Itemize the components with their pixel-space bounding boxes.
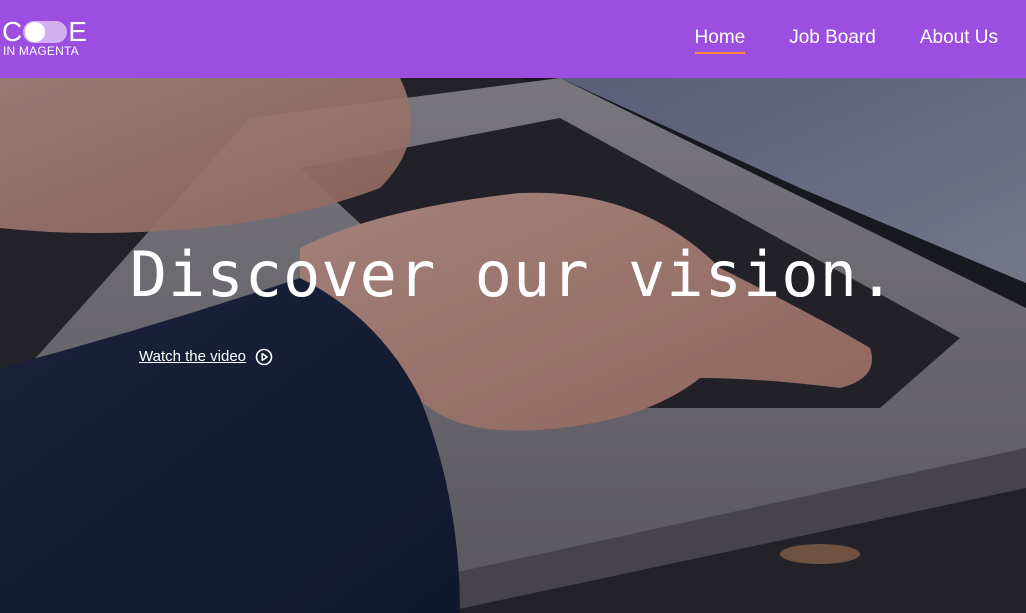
nav-item-job-board[interactable]: Job Board <box>789 26 876 50</box>
watch-video-link[interactable]: Watch the video <box>139 347 273 367</box>
top-navbar: C E IN MAGENTA Home Job Board About Us <box>0 0 1026 78</box>
main-nav: Home Job Board About Us <box>694 26 998 54</box>
play-circle-icon[interactable] <box>255 348 273 366</box>
nav-item-home[interactable]: Home <box>694 26 745 54</box>
hero-overlay <box>0 78 1026 613</box>
watch-video-label[interactable]: Watch the video <box>139 347 246 367</box>
hero-title: Discover our vision. <box>129 238 897 311</box>
toggle-switch-icon <box>23 21 68 43</box>
page: C E IN MAGENTA Home Job Board About Us D… <box>0 0 1026 613</box>
nav-item-about-us[interactable]: About Us <box>920 26 998 50</box>
site-logo[interactable]: C E IN MAGENTA <box>2 17 94 61</box>
logo-wordmark: C E <box>2 17 87 47</box>
logo-letter-c: C <box>2 16 23 47</box>
toggle-knob <box>25 22 46 42</box>
logo-letter-e: E <box>68 16 87 47</box>
logo-subtitle: IN MAGENTA <box>3 44 79 58</box>
hero-section: Discover our vision. Watch the video <box>0 78 1026 613</box>
